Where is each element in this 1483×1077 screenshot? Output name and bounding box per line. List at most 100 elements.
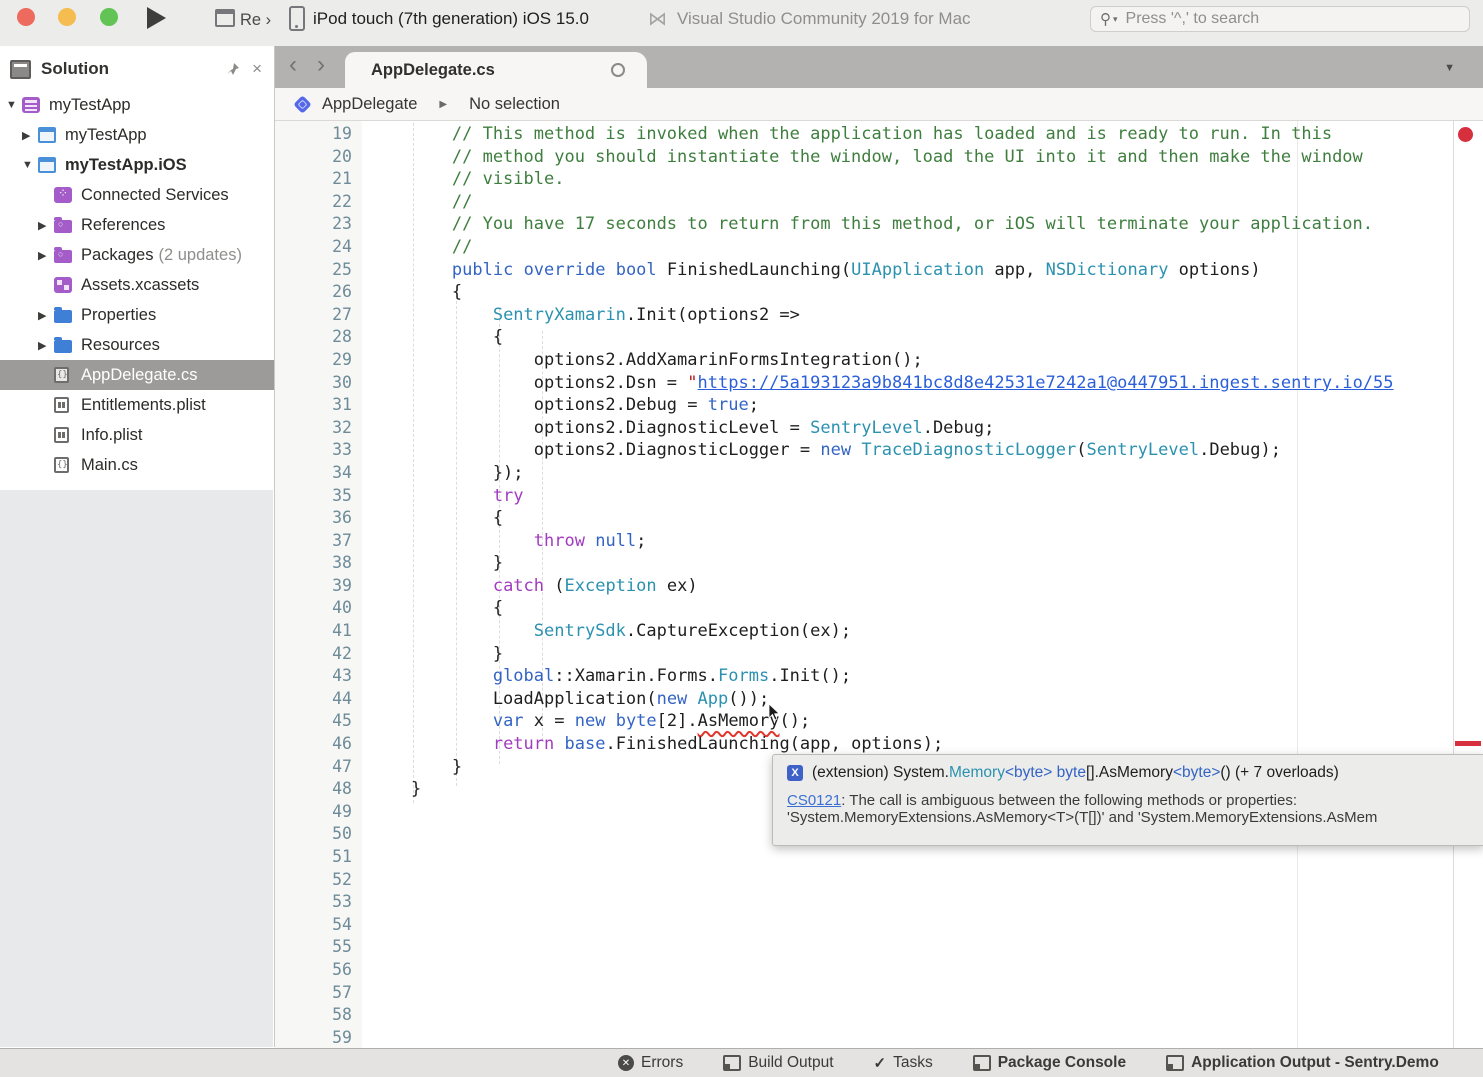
sidebar-item-mytestapp-project[interactable]: ▶myTestApp xyxy=(0,120,274,150)
project-icon xyxy=(38,127,56,143)
scrollbar-error-dot[interactable] xyxy=(1458,127,1473,142)
code-token xyxy=(370,576,493,596)
code-line-52[interactable]: 52 xyxy=(275,869,1483,892)
code-text: // visible. xyxy=(370,168,564,191)
code-line-55[interactable]: 55 xyxy=(275,936,1483,959)
code-line-31[interactable]: 31 options2.Debug = true; xyxy=(275,394,1483,417)
code-line-36[interactable]: 36 { xyxy=(275,507,1483,530)
code-line-39[interactable]: 39 catch (Exception ex) xyxy=(275,575,1483,598)
code-editor[interactable]: 19 // This method is invoked when the ap… xyxy=(275,121,1483,1048)
sidebar-item-appdelegate-cs[interactable]: AppDelegate.cs xyxy=(0,360,274,390)
code-line-51[interactable]: 51 xyxy=(275,846,1483,869)
sidebar-item-packages[interactable]: ▶Packages(2 updates) xyxy=(0,240,274,270)
code-token xyxy=(370,666,493,686)
breadcrumb-class[interactable]: AppDelegate xyxy=(322,95,417,114)
code-token xyxy=(585,531,595,551)
code-token: (extension) System. xyxy=(812,764,949,781)
modified-indicator-icon[interactable] xyxy=(611,63,625,77)
tab-list-dropdown-icon[interactable]: ▼ xyxy=(1444,62,1455,74)
sidebar-item-mytestapp-ios-project[interactable]: ▼myTestApp.iOS xyxy=(0,150,274,180)
code-line-43[interactable]: 43 global::Xamarin.Forms.Forms.Init(); xyxy=(275,665,1483,688)
code-line-54[interactable]: 54 xyxy=(275,914,1483,937)
code-line-33[interactable]: 33 options2.DiagnosticLogger = new Trace… xyxy=(275,439,1483,462)
sidebar-item-properties[interactable]: ▶Properties xyxy=(0,300,274,330)
code-line-27[interactable]: 27 SentryXamarin.Init(options2 => xyxy=(275,304,1483,327)
sidebar-item-resources[interactable]: ▶Resources xyxy=(0,330,274,360)
code-line-34[interactable]: 34 }); xyxy=(275,462,1483,485)
error-detail: 'System.MemoryExtensions.AsMemory<T>(T[]… xyxy=(787,809,1377,826)
disclosure-right-icon[interactable]: ▶ xyxy=(38,309,54,322)
code-line-41[interactable]: 41 SentrySdk.CaptureException(ex); xyxy=(275,620,1483,643)
maximize-window-button[interactable] xyxy=(100,8,118,26)
code-token: // xyxy=(370,237,472,257)
sidebar-item-mytestapp-solution[interactable]: ▼myTestApp xyxy=(0,90,274,120)
code-line-21[interactable]: 21 // visible. xyxy=(275,168,1483,191)
device-selector[interactable]: iPod touch (7th generation) iOS 15.0 xyxy=(313,9,589,29)
code-text: try xyxy=(370,485,524,508)
disclosure-right-icon[interactable]: ▶ xyxy=(38,219,54,232)
sidebar-item-main-cs[interactable]: Main.cs xyxy=(0,450,274,480)
close-pad-icon[interactable]: × xyxy=(252,59,262,79)
disclosure-right-icon[interactable]: ▶ xyxy=(38,339,54,352)
close-window-button[interactable] xyxy=(17,8,35,26)
pad-button-errors[interactable]: ✕Errors xyxy=(618,1054,683,1072)
line-number: 25 xyxy=(275,259,352,282)
code-line-44[interactable]: 44 LoadApplication(new App()); xyxy=(275,688,1483,711)
breadcrumb-selection[interactable]: No selection xyxy=(469,95,560,114)
visual-studio-icon: ⋈ xyxy=(648,8,667,31)
disclosure-down-icon[interactable]: ▼ xyxy=(6,99,22,111)
tab-appdelegate[interactable]: AppDelegate.cs xyxy=(345,52,647,88)
code-line-59[interactable]: 59 xyxy=(275,1027,1483,1048)
sidebar-item-entitlements-plist[interactable]: Entitlements.plist xyxy=(0,390,274,420)
code-line-53[interactable]: 53 xyxy=(275,891,1483,914)
code-line-35[interactable]: 35 try xyxy=(275,485,1483,508)
pin-icon[interactable] xyxy=(226,62,240,76)
sidebar-item-references[interactable]: ▶References xyxy=(0,210,274,240)
code-line-45[interactable]: 45 var x = new byte[2].AsMemory(); xyxy=(275,710,1483,733)
code-line-25[interactable]: 25 public override bool FinishedLaunchin… xyxy=(275,259,1483,282)
search-input[interactable]: ⚲ ▾ Press '^,' to search xyxy=(1090,6,1470,32)
code-token: ( xyxy=(1076,440,1086,460)
disclosure-right-icon[interactable]: ▶ xyxy=(22,129,38,142)
code-line-19[interactable]: 19 // This method is invoked when the ap… xyxy=(275,123,1483,146)
code-line-26[interactable]: 26 { xyxy=(275,281,1483,304)
error-code-link[interactable]: CS0121 xyxy=(787,792,841,809)
code-token: app, xyxy=(984,260,1045,280)
code-line-58[interactable]: 58 xyxy=(275,1004,1483,1027)
code-token: // You have 17 seconds to return from th… xyxy=(370,214,1373,234)
code-line-24[interactable]: 24 // xyxy=(275,236,1483,259)
navigate-back-icon[interactable]: ‹ xyxy=(289,51,297,79)
navigate-forward-icon[interactable]: › xyxy=(317,51,325,79)
code-line-38[interactable]: 38 } xyxy=(275,552,1483,575)
code-line-40[interactable]: 40 { xyxy=(275,597,1483,620)
disclosure-right-icon[interactable]: ▶ xyxy=(38,249,54,262)
minimize-window-button[interactable] xyxy=(58,8,76,26)
sidebar-item-connected-services[interactable]: Connected Services xyxy=(0,180,274,210)
code-line-20[interactable]: 20 // method you should instantiate the … xyxy=(275,146,1483,169)
line-number: 27 xyxy=(275,304,352,327)
pad-button-tasks[interactable]: ✓Tasks xyxy=(874,1054,933,1072)
pad-button-build-output[interactable]: Build Output xyxy=(723,1054,833,1072)
code-line-23[interactable]: 23 // You have 17 seconds to return from… xyxy=(275,213,1483,236)
code-line-30[interactable]: 30 options2.Dsn = "https://5a193123a9b84… xyxy=(275,372,1483,395)
solution-icon xyxy=(22,97,40,113)
code-line-42[interactable]: 42 } xyxy=(275,643,1483,666)
pad-button-package-console[interactable]: Package Console xyxy=(973,1054,1126,1072)
code-line-37[interactable]: 37 throw null; xyxy=(275,530,1483,553)
code-token: .Debug; xyxy=(923,418,995,438)
configuration-selector[interactable]: Re › xyxy=(240,11,271,30)
scrollbar-error-marker[interactable] xyxy=(1455,741,1481,746)
code-line-57[interactable]: 57 xyxy=(275,982,1483,1005)
pad-button-application-output[interactable]: Application Output - Sentry.Demo xyxy=(1166,1054,1439,1072)
code-line-46[interactable]: 46 return base.FinishedLaunching(app, op… xyxy=(275,733,1483,756)
code-line-22[interactable]: 22 // xyxy=(275,191,1483,214)
disclosure-down-icon[interactable]: ▼ xyxy=(22,159,38,171)
sidebar-item-assets-xcassets[interactable]: Assets.xcassets xyxy=(0,270,274,300)
code-line-56[interactable]: 56 xyxy=(275,959,1483,982)
code-line-28[interactable]: 28 { xyxy=(275,326,1483,349)
code-line-32[interactable]: 32 options2.DiagnosticLevel = SentryLeve… xyxy=(275,417,1483,440)
run-button[interactable] xyxy=(147,7,166,29)
sidebar-item-info-plist[interactable]: Info.plist xyxy=(0,420,274,450)
code-line-29[interactable]: 29 options2.AddXamarinFormsIntegration()… xyxy=(275,349,1483,372)
line-number: 45 xyxy=(275,710,352,733)
